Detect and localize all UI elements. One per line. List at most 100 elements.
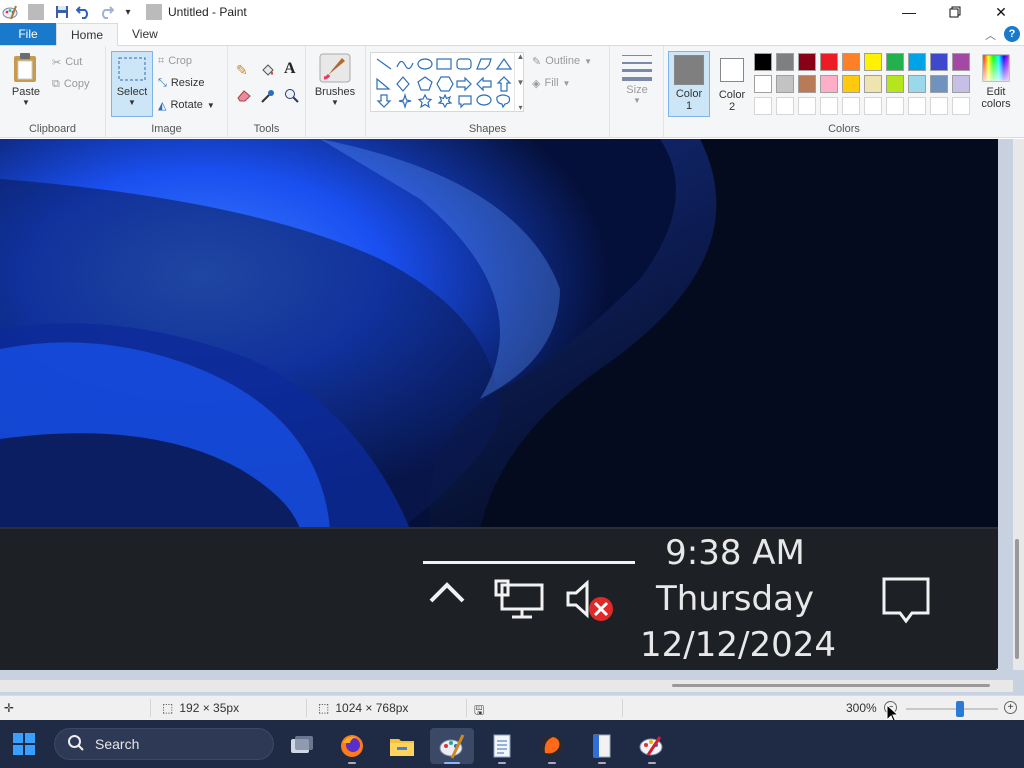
magnifier-icon[interactable] (284, 88, 300, 104)
scroll-up-icon[interactable]: ▲ (517, 52, 525, 61)
file-explorer-icon[interactable] (380, 728, 424, 764)
paste-icon (11, 52, 41, 84)
book-icon[interactable] (580, 728, 624, 764)
fill-button[interactable]: ◈ Fill ▼ (532, 73, 570, 93)
shapes-gallery[interactable] (370, 52, 524, 112)
color-swatch[interactable] (864, 75, 882, 93)
outline-button[interactable]: ✎ Outline ▼ (532, 51, 592, 71)
notepad-icon[interactable] (480, 728, 524, 764)
text-tool-icon[interactable]: A (284, 60, 296, 78)
image-size-cell: ⬚ 1024 × 768px (318, 701, 408, 715)
vertical-scrollbar[interactable] (1013, 139, 1024, 670)
taskbar-search-box[interactable]: Search (54, 728, 274, 760)
resize-button[interactable]: ⤡ Resize (158, 73, 204, 93)
horizontal-scroll-thumb[interactable] (672, 684, 990, 687)
color-swatch[interactable] (908, 75, 926, 93)
color-swatch[interactable] (754, 53, 772, 71)
fill-bucket-icon[interactable] (260, 62, 276, 78)
clock-day: Thursday (655, 579, 815, 619)
task-view-icon[interactable] (280, 728, 324, 764)
color-picker-icon[interactable] (260, 88, 276, 104)
color-swatch[interactable] (886, 53, 904, 71)
color2-button[interactable]: Color 2 (714, 54, 750, 113)
color-swatch[interactable] (842, 97, 860, 115)
running-indicator (598, 762, 606, 764)
color-swatch[interactable] (754, 97, 772, 115)
clipboard-group: Paste ▼ ✂ Cut ⧉ Copy Clipboard (0, 46, 106, 138)
color-swatch[interactable] (952, 53, 970, 71)
color-swatch[interactable] (820, 97, 838, 115)
zoom-in-button[interactable]: + (1004, 701, 1017, 714)
firefox-icon[interactable] (330, 728, 374, 764)
color-swatch[interactable] (930, 53, 948, 71)
color-swatch[interactable] (886, 97, 904, 115)
image-size-icon: ⬚ (318, 701, 330, 715)
help-icon[interactable]: ? (1004, 26, 1020, 42)
minimize-icon[interactable]: — (886, 0, 932, 24)
crop-button[interactable]: ⌗ Crop (158, 51, 192, 71)
color-swatch[interactable] (798, 75, 816, 93)
eraser-icon[interactable] (236, 88, 252, 102)
fill-icon: ◈ (532, 77, 541, 90)
color-swatch[interactable] (798, 97, 816, 115)
color-swatch[interactable] (754, 75, 772, 93)
more-shapes-icon[interactable]: ▾ (518, 103, 522, 112)
undo-icon[interactable] (76, 4, 92, 20)
divider (622, 699, 623, 717)
color-swatch[interactable] (930, 75, 948, 93)
paint-app-icon[interactable] (2, 4, 18, 20)
close-icon[interactable]: ✕ (978, 0, 1024, 24)
color-swatch[interactable] (886, 75, 904, 93)
color2-swatch (720, 58, 744, 82)
shapes-gallery-scroll[interactable]: ▲ ▼ ▾ (514, 52, 526, 112)
color-swatch[interactable] (798, 53, 816, 71)
size-button[interactable]: Size ▼ (618, 52, 656, 105)
edit-colors-button[interactable]: Edit colors (976, 54, 1016, 110)
restore-icon[interactable] (932, 0, 978, 24)
brushes-button[interactable]: Brushes ▼ (312, 52, 358, 107)
color-swatch[interactable] (952, 97, 970, 115)
chevron-up-icon (428, 581, 466, 608)
color-swatch[interactable] (842, 53, 860, 71)
rotate-button[interactable]: ◭ Rotate ▼ (158, 95, 215, 115)
color-swatch[interactable] (908, 97, 926, 115)
color-swatch[interactable] (864, 97, 882, 115)
paste-button[interactable]: Paste ▼ (6, 52, 46, 107)
app-orange-icon[interactable] (530, 728, 574, 764)
network-icon (494, 579, 544, 624)
tab-home[interactable]: Home (56, 23, 119, 46)
drawing-canvas[interactable]: 9:38 AM Thursday 12/12/2024 (0, 139, 998, 670)
paint-alt-icon[interactable] (630, 728, 674, 764)
tab-view[interactable]: View (118, 23, 172, 45)
collapse-ribbon-icon[interactable]: ︿ (985, 27, 996, 43)
pencil-icon[interactable]: ✎ (236, 62, 248, 79)
copy-button[interactable]: ⧉ Copy (52, 74, 90, 94)
vertical-scroll-thumb[interactable] (1015, 539, 1019, 659)
color-swatch[interactable] (820, 53, 838, 71)
scroll-down-icon[interactable]: ▼ (517, 78, 525, 87)
color-swatch[interactable] (776, 53, 794, 71)
cut-button[interactable]: ✂ Cut (52, 52, 82, 72)
color-swatch[interactable] (776, 97, 794, 115)
redo-icon[interactable] (98, 4, 114, 20)
customize-dropdown-icon[interactable]: ▾ (120, 4, 136, 20)
zoom-slider-track[interactable] (906, 708, 998, 710)
canvas-resize-handle[interactable] (996, 668, 998, 670)
color-swatch[interactable] (952, 75, 970, 93)
color1-button[interactable]: Color 1 (668, 51, 710, 117)
select-button[interactable]: Select ▼ (111, 51, 153, 117)
color-swatch[interactable] (820, 75, 838, 93)
color-swatch[interactable] (864, 53, 882, 71)
windows-start-icon[interactable] (12, 732, 36, 756)
paint-icon[interactable] (430, 728, 474, 764)
horizontal-scrollbar[interactable] (0, 680, 1013, 692)
chevron-down-icon: ▼ (128, 98, 136, 107)
tab-file[interactable]: File (0, 23, 56, 45)
save-icon[interactable] (54, 4, 70, 20)
color-swatch[interactable] (908, 53, 926, 71)
color-swatch[interactable] (776, 75, 794, 93)
color-swatch[interactable] (842, 75, 860, 93)
zoom-slider-thumb[interactable] (956, 701, 964, 717)
color-swatch[interactable] (930, 97, 948, 115)
brushes-group: Brushes ▼ (306, 46, 366, 138)
